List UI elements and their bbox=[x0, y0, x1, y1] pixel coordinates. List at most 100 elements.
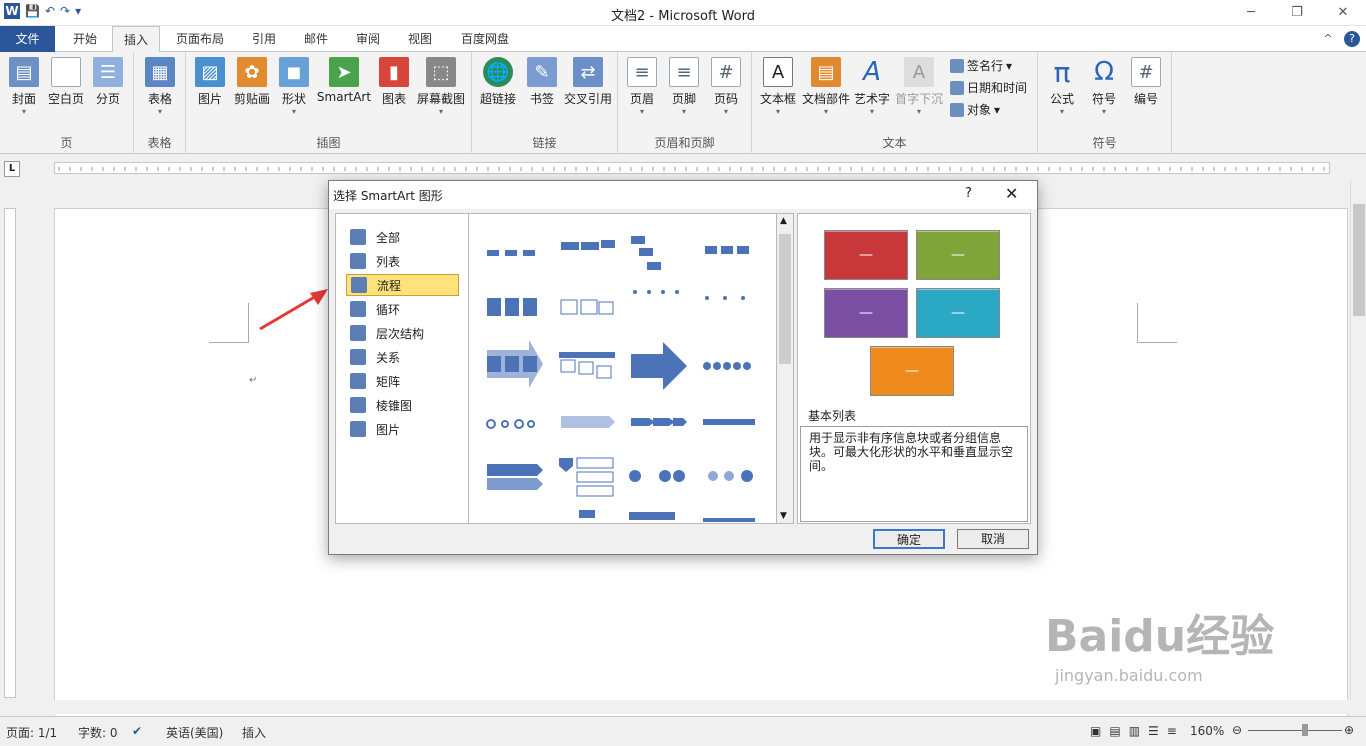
scroll-down-icon[interactable]: ▼ bbox=[780, 511, 787, 521]
gallery-item[interactable] bbox=[559, 457, 614, 497]
gallery-item[interactable] bbox=[487, 250, 535, 256]
category-hierarchy[interactable]: 层次结构 bbox=[346, 322, 459, 344]
zoom-level[interactable]: 160% bbox=[1190, 724, 1224, 738]
tab-insert[interactable]: 插入 bbox=[112, 26, 160, 53]
cancel-button[interactable]: 取消 bbox=[957, 529, 1029, 549]
dialog-help-button[interactable]: ? bbox=[965, 186, 972, 201]
gallery-item[interactable] bbox=[631, 418, 687, 426]
screenshot-button[interactable]: ⬚ 屏幕截图 ▾ bbox=[416, 57, 466, 117]
category-process[interactable]: 流程 bbox=[346, 274, 459, 296]
text-box-button[interactable]: A 文本框 ▾ bbox=[756, 57, 800, 117]
bookmark-button[interactable]: ✎ 书签 bbox=[522, 57, 562, 107]
gallery-item[interactable] bbox=[703, 419, 755, 425]
category-picture[interactable]: 图片 bbox=[346, 418, 459, 440]
scroll-up-icon[interactable]: ▲ bbox=[780, 216, 787, 226]
language-indicator[interactable]: 英语(美国) bbox=[166, 724, 223, 741]
gallery-item[interactable] bbox=[579, 510, 755, 522]
help-icon[interactable]: ? bbox=[1344, 31, 1360, 47]
category-pyramid[interactable]: 棱锥图 bbox=[346, 394, 459, 416]
smartart-button[interactable]: ➤ SmartArt bbox=[314, 57, 374, 104]
numbering-button[interactable]: # 编号 bbox=[1126, 57, 1166, 107]
tab-review[interactable]: 审阅 bbox=[346, 26, 390, 52]
page-break-button[interactable]: ☰ 分页 bbox=[88, 57, 128, 107]
horizontal-ruler[interactable] bbox=[54, 162, 1330, 174]
insert-mode[interactable]: 插入 bbox=[242, 724, 266, 741]
category-matrix[interactable]: 矩阵 bbox=[346, 370, 459, 392]
zoom-slider[interactable]: ⊖ ⊕ bbox=[1232, 723, 1358, 738]
category-cycle[interactable]: 循环 bbox=[346, 298, 459, 320]
gallery-item[interactable] bbox=[561, 416, 615, 428]
symbol-button[interactable]: Ω 符号 ▾ bbox=[1084, 57, 1124, 117]
chart-button[interactable]: ▮ 图表 bbox=[374, 57, 414, 107]
gallery-item[interactable] bbox=[631, 236, 661, 270]
tab-file[interactable]: 文件 bbox=[0, 26, 55, 52]
table-button[interactable]: ▦ 表格 ▾ bbox=[140, 57, 180, 117]
zoom-in-icon[interactable]: ⊕ bbox=[1344, 723, 1354, 737]
close-window-button[interactable]: ✕ bbox=[1320, 0, 1366, 26]
gallery-item[interactable] bbox=[629, 470, 685, 482]
zoom-slider-thumb[interactable] bbox=[1302, 724, 1308, 736]
page-count[interactable]: 页面: 1/1 bbox=[6, 724, 57, 741]
shapes-button[interactable]: ◼ 形状 ▾ bbox=[274, 57, 314, 117]
tab-view[interactable]: 视图 bbox=[398, 26, 442, 52]
gallery-item[interactable] bbox=[487, 340, 543, 388]
vertical-scroll-thumb[interactable] bbox=[1353, 204, 1365, 316]
dialog-close-button[interactable]: ✕ bbox=[1005, 184, 1018, 203]
gallery-scrollbar[interactable]: ▲ ▼ bbox=[777, 213, 794, 524]
footer-button[interactable]: ≡ 页脚 ▾ bbox=[664, 57, 704, 117]
draft-view-icon[interactable]: ≡ bbox=[1167, 724, 1177, 738]
vertical-ruler[interactable] bbox=[4, 208, 16, 698]
minimize-button[interactable]: ─ bbox=[1228, 0, 1274, 26]
restore-button[interactable]: ❐ bbox=[1274, 0, 1320, 26]
zoom-out-icon[interactable]: ⊖ bbox=[1232, 723, 1242, 737]
gallery-item[interactable] bbox=[487, 298, 537, 316]
gallery-item[interactable] bbox=[561, 240, 615, 250]
full-screen-reading-icon[interactable]: ▤ bbox=[1109, 724, 1120, 738]
gallery-item[interactable] bbox=[560, 299, 614, 315]
page-number-button[interactable]: # 页码 ▾ bbox=[706, 57, 746, 117]
tab-mailings[interactable]: 邮件 bbox=[294, 26, 338, 52]
wordart-button[interactable]: A 艺术字 ▾ bbox=[852, 57, 892, 117]
picture-category-icon bbox=[350, 421, 366, 437]
picture-button[interactable]: ▨ 图片 bbox=[190, 57, 230, 107]
smartart-icon: ➤ bbox=[329, 57, 359, 87]
text-box-icon: A bbox=[763, 57, 793, 87]
signature-line-button[interactable]: 签名行 ▾ bbox=[950, 57, 1012, 74]
word-count[interactable]: 字数: 0 bbox=[78, 724, 118, 741]
tab-page-layout[interactable]: 页面布局 bbox=[168, 26, 232, 52]
outline-view-icon[interactable]: ☰ bbox=[1148, 724, 1159, 738]
category-list-item[interactable]: 列表 bbox=[346, 250, 459, 272]
quick-parts-button[interactable]: ▤ 文档部件 ▾ bbox=[800, 57, 852, 117]
web-layout-icon[interactable]: ▥ bbox=[1129, 724, 1140, 738]
tab-home[interactable]: 开始 bbox=[60, 26, 110, 52]
category-all[interactable]: 全部 bbox=[346, 226, 459, 248]
blank-page-button[interactable]: 空白页 bbox=[46, 57, 86, 107]
header-button[interactable]: ≡ 页眉 ▾ bbox=[622, 57, 662, 117]
gallery-item[interactable] bbox=[705, 296, 745, 300]
gallery-item[interactable] bbox=[559, 352, 615, 379]
proofing-icon[interactable]: ✔ bbox=[132, 724, 142, 738]
object-button[interactable]: 对象 ▾ bbox=[950, 101, 1000, 118]
tab-selector-button[interactable]: L bbox=[4, 161, 20, 177]
gallery-item[interactable] bbox=[633, 290, 679, 294]
gallery-scroll-thumb[interactable] bbox=[779, 234, 791, 364]
gallery-item[interactable] bbox=[708, 470, 753, 482]
equation-button[interactable]: π 公式 ▾ bbox=[1042, 56, 1082, 117]
collapse-ribbon-icon[interactable]: ^ bbox=[1320, 31, 1336, 47]
print-layout-view-icon[interactable]: ▣ bbox=[1090, 724, 1101, 738]
hyperlink-button[interactable]: 🌐 超链接 bbox=[476, 57, 520, 107]
gallery-item[interactable] bbox=[486, 419, 535, 429]
date-time-button[interactable]: 日期和时间 bbox=[950, 79, 1027, 96]
ok-button[interactable]: 确定 bbox=[873, 529, 945, 549]
gallery-item[interactable] bbox=[487, 464, 543, 490]
horizontal-scrollbar[interactable] bbox=[20, 700, 1350, 714]
gallery-item[interactable] bbox=[631, 342, 687, 390]
cover-page-button[interactable]: ▤ 封面 ▾ bbox=[4, 57, 44, 117]
tab-baidu-netdisk[interactable]: 百度网盘 bbox=[452, 26, 518, 52]
clip-art-button[interactable]: ✿ 剪贴画 bbox=[232, 57, 272, 107]
cross-reference-button[interactable]: ⇄ 交叉引用 bbox=[562, 57, 614, 107]
gallery-item[interactable] bbox=[703, 362, 751, 370]
category-relationship[interactable]: 关系 bbox=[346, 346, 459, 368]
gallery-item[interactable] bbox=[705, 246, 749, 254]
tab-references[interactable]: 引用 bbox=[242, 26, 286, 52]
